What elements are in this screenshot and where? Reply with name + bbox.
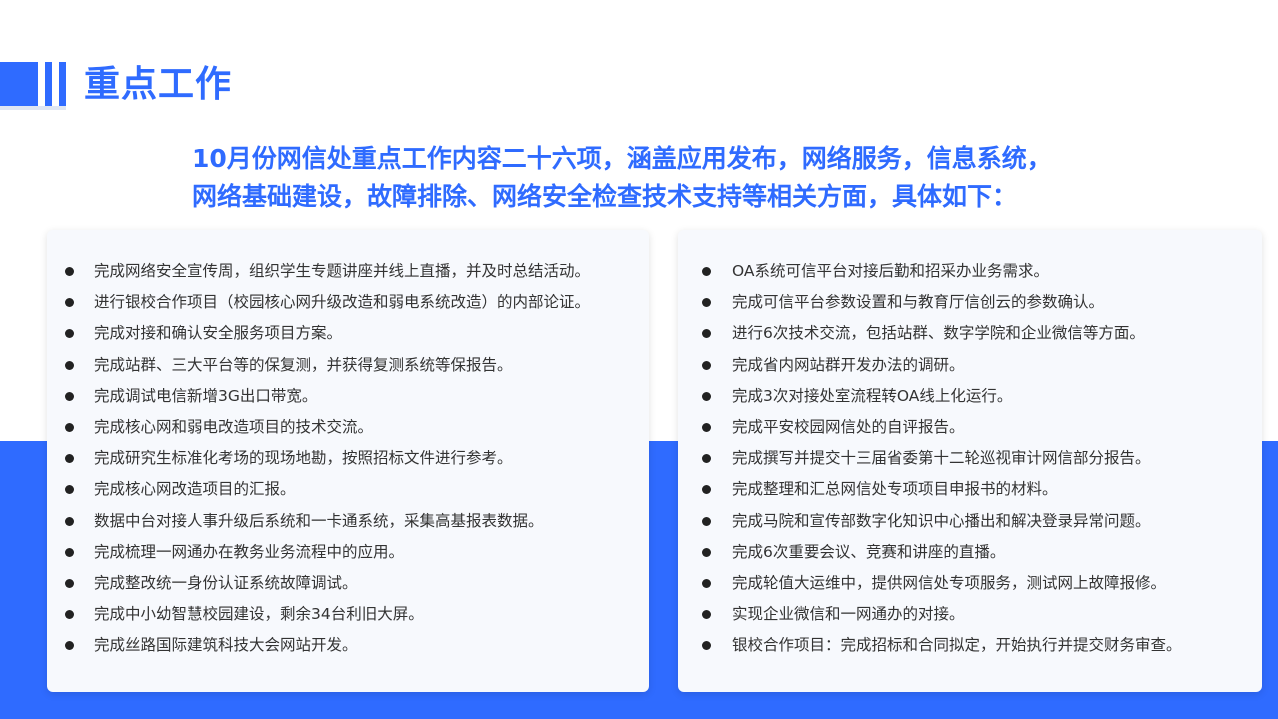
- list-item-text: 完成马院和宣传部数字化知识中心播出和解决登录异常问题。: [732, 511, 1151, 530]
- bullet-dot: [65, 454, 74, 464]
- title-bar-block: [0, 62, 38, 106]
- list-item-text: 完成撰写并提交十三届省委第十二轮巡视审计网信部分报告。: [732, 449, 1151, 468]
- left-work-list: 完成网络安全宣传周，组织学生专题讲座并线上直播，并及时总结活动。 进行银校合作项…: [47, 230, 649, 661]
- bullet-dot: [702, 485, 711, 495]
- intro-line: 10月份网信处重点工作内容二十六项，涵盖应用发布，网络服务，信息系统，: [192, 144, 1052, 173]
- list-item-text: 完成整理和汇总网信处专项项目申报书的材料。: [732, 480, 1058, 499]
- list-item-text: 完成调试电信新增3G出口带宽。: [94, 386, 318, 405]
- bullet-dot: [65, 391, 74, 401]
- list-item: 完成核心网和弱电改造项目的技术交流。: [47, 412, 649, 443]
- bullet-dot: [702, 267, 711, 276]
- list-item-text: 完成研究生标准化考场的现场地勘，按照招标文件进行参考。: [94, 449, 513, 468]
- left-work-card: 完成网络安全宣传周，组织学生专题讲座并线上直播，并及时总结活动。 进行银校合作项…: [47, 230, 649, 692]
- list-item-text: 数据中台对接人事升级后系统和一卡通系统，采集高基报表数据。: [94, 511, 544, 530]
- bullet-dot: [702, 329, 711, 339]
- intro-text: 10月份网信处重点工作内容二十六项，涵盖应用发布，网络服务，信息系统， 网络基础…: [192, 140, 1112, 216]
- bullet-dot: [65, 516, 74, 526]
- bullet-dot: [702, 547, 711, 557]
- right-work-list: OA系统可信平台对接后勤和招采办业务需求。 完成可信平台参数设置和与教育厅信创云…: [678, 230, 1262, 661]
- list-item: 完成站群、三大平台等的保复测，并获得复测系统等保报告。: [47, 350, 649, 381]
- bullet-dot: [702, 578, 711, 588]
- bullet-dot: [65, 298, 74, 308]
- list-item: 完成轮值大运维中，提供网信处专项服务，测试网上故障报修。: [678, 568, 1262, 599]
- list-item: 完成调试电信新增3G出口带宽。: [47, 381, 649, 412]
- list-item-text: OA系统可信平台对接后勤和招采办业务需求。: [732, 262, 1050, 280]
- bullet-dot: [702, 391, 711, 401]
- list-item: 完成整改统一身份认证系统故障调试。: [47, 568, 649, 599]
- list-item: 进行银校合作项目（校园核心网升级改造和弱电系统改造）的内部论证。: [47, 287, 649, 318]
- bullet-dot: [702, 516, 711, 526]
- list-item-text: 完成中小幼智慧校园建设，剩余34台利旧大屏。: [94, 605, 424, 624]
- list-item: 完成对接和确认安全服务项目方案。: [47, 318, 649, 349]
- list-item: 完成研究生标准化考场的现场地勘，按照招标文件进行参考。: [47, 443, 649, 474]
- list-item: 完成撰写并提交十三届省委第十二轮巡视审计网信部分报告。: [678, 443, 1262, 474]
- bullet-dot: [702, 298, 711, 308]
- list-item: 完成省内网站群开发办法的调研。: [678, 350, 1262, 381]
- list-item-text: 完成对接和确认安全服务项目方案。: [94, 324, 343, 343]
- bullet-dot: [702, 422, 711, 432]
- bullet-dot: [65, 641, 74, 651]
- list-item-text: 银校合作项目：完成招标和合同拟定，开始执行并提交财务审查。: [732, 636, 1182, 655]
- list-item: 银校合作项目：完成招标和合同拟定，开始执行并提交财务审查。: [678, 630, 1262, 661]
- page-title: 重点工作: [84, 64, 233, 105]
- list-item: 完成网络安全宣传周，组织学生专题讲座并线上直播，并及时总结活动。: [47, 256, 649, 287]
- list-item-text: 完成6次重要会议、竞赛和讲座的直播。: [732, 542, 1006, 561]
- list-item: 完成中小幼智慧校园建设，剩余34台利旧大屏。: [47, 599, 649, 630]
- bullet-dot: [65, 547, 74, 557]
- list-item: 完成马院和宣传部数字化知识中心播出和解决登录异常问题。: [678, 506, 1262, 537]
- bullet-dot: [702, 454, 711, 464]
- list-item-text: 完成站群、三大平台等的保复测，并获得复测系统等保报告。: [94, 355, 513, 374]
- bullet-dot: [702, 360, 711, 370]
- list-item: OA系统可信平台对接后勤和招采办业务需求。: [678, 256, 1262, 287]
- list-item-text: 完成轮值大运维中，提供网信处专项服务，测试网上故障报修。: [732, 573, 1167, 592]
- intro-line: 网络基础建设，故障排除、网络安全检查技术支持等相关方面，具体如下：: [192, 182, 1018, 211]
- list-item-text: 完成整改统一身份认证系统故障调试。: [94, 573, 358, 592]
- list-item: 完成可信平台参数设置和与教育厅信创云的参数确认。: [678, 287, 1262, 318]
- list-item: 完成核心网改造项目的汇报。: [47, 474, 649, 505]
- list-item-text: 完成梳理一网通办在教务业务流程中的应用。: [94, 542, 405, 561]
- list-item: 完成整理和汇总网信处专项项目申报书的材料。: [678, 474, 1262, 505]
- list-item-text: 完成网络安全宣传周，组织学生专题讲座并线上直播，并及时总结活动。: [94, 262, 591, 280]
- list-item-text: 完成可信平台参数设置和与教育厅信创云的参数确认。: [732, 293, 1105, 312]
- bullet-dot: [65, 360, 74, 370]
- list-item: 进行6次技术交流，包括站群、数字学院和企业微信等方面。: [678, 318, 1262, 349]
- list-item-text: 实现企业微信和一网通办的对接。: [732, 605, 965, 624]
- title-bar-stripe: [45, 62, 52, 106]
- list-item-text: 完成3次对接处室流程转OA线上化运行。: [732, 386, 1013, 405]
- right-work-card: OA系统可信平台对接后勤和招采办业务需求。 完成可信平台参数设置和与教育厅信创云…: [678, 230, 1262, 692]
- list-item-text: 完成丝路国际建筑科技大会网站开发。: [94, 636, 358, 655]
- bullet-dot: [65, 329, 74, 339]
- bullet-dot: [702, 610, 711, 620]
- list-item: 完成6次重要会议、竞赛和讲座的直播。: [678, 537, 1262, 568]
- list-item-text: 完成核心网和弱电改造项目的技术交流。: [94, 417, 374, 436]
- list-item-text: 进行银校合作项目（校园核心网升级改造和弱电系统改造）的内部论证。: [94, 293, 591, 312]
- list-item-text: 进行6次技术交流，包括站群、数字学院和企业微信等方面。: [732, 324, 1145, 343]
- list-item: 完成梳理一网通办在教务业务流程中的应用。: [47, 537, 649, 568]
- list-item: 数据中台对接人事升级后系统和一卡通系统，采集高基报表数据。: [47, 506, 649, 537]
- list-item-text: 完成核心网改造项目的汇报。: [94, 480, 296, 499]
- bullet-dot: [702, 641, 711, 651]
- bullet-dot: [65, 610, 74, 620]
- list-item: 完成3次对接处室流程转OA线上化运行。: [678, 381, 1262, 412]
- list-item-text: 完成省内网站群开发办法的调研。: [732, 355, 965, 374]
- bullet-dot: [65, 485, 74, 495]
- bullet-dot: [65, 578, 74, 588]
- list-item: 实现企业微信和一网通办的对接。: [678, 599, 1262, 630]
- list-item: 完成丝路国际建筑科技大会网站开发。: [47, 630, 649, 661]
- bullet-dot: [65, 267, 74, 276]
- title-bar-shadow: [0, 106, 66, 110]
- title-bar-stripe: [59, 62, 66, 106]
- list-item-text: 完成平安校园网信处的自评报告。: [732, 417, 965, 436]
- list-item: 完成平安校园网信处的自评报告。: [678, 412, 1262, 443]
- bullet-dot: [65, 422, 74, 432]
